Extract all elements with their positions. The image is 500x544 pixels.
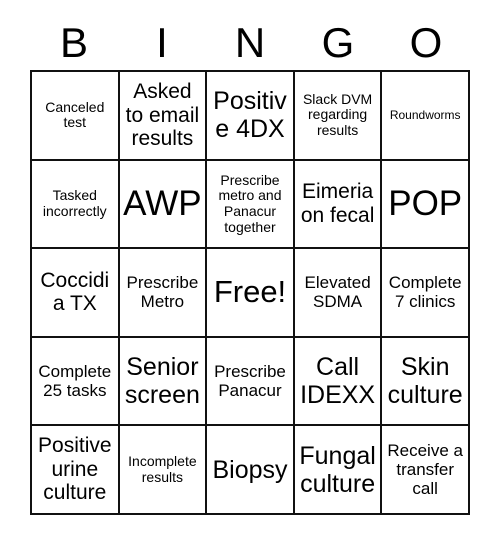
bingo-cell-label: Complete 25 tasks [38, 362, 112, 401]
bingo-cell-b1[interactable]: Canceled test [32, 72, 120, 161]
bingo-cell-b2[interactable]: Tasked incorrectly [32, 160, 120, 250]
bingo-cell-b5[interactable]: Positive urine culture [32, 426, 120, 515]
bingo-cell-free-space[interactable]: Free! [207, 249, 295, 338]
bingo-cell-label: Roundworms [389, 107, 461, 122]
bingo-cell-g1[interactable]: Slack DVM regarding results [294, 72, 383, 161]
bingo-cell-label: Incomplete results [128, 453, 197, 485]
bingo-header-row: B I N G O [30, 16, 470, 70]
bingo-cell-label: Complete 7 clinics [388, 273, 462, 312]
header-letter-b: B [59, 19, 88, 66]
bingo-cell-o1[interactable]: Roundworms [382, 72, 470, 161]
bingo-cell-label: Prescribe Metro [126, 273, 199, 312]
bingo-cell-i2[interactable]: AWP [119, 160, 208, 250]
header-letter-g: G [321, 19, 355, 66]
bingo-cell-label: Skin culture [387, 353, 463, 410]
bingo-grid: Canceled test Asked to email results Pos… [30, 70, 470, 515]
bingo-cell-i3[interactable]: Prescribe Metro [119, 249, 208, 338]
bingo-cell-label: Prescribe Panacur [214, 362, 286, 401]
bingo-cell-label: Positive 4DX [213, 87, 287, 144]
header-letter-o: O [409, 19, 443, 66]
bingo-cell-label: POP [388, 184, 463, 224]
bingo-cell-b3[interactable]: Coccidia TX [32, 249, 120, 338]
free-space-label: Free! [213, 274, 287, 310]
bingo-cell-o4[interactable]: Skin culture [382, 337, 470, 427]
bingo-cell-g5[interactable]: Fungal culture [294, 426, 383, 515]
bingo-cell-label: Canceled test [45, 98, 105, 131]
bingo-cell-b4[interactable]: Complete 25 tasks [32, 337, 120, 427]
bingo-cell-label: Receive a transfer call [387, 441, 463, 499]
bingo-cell-o2[interactable]: POP [382, 160, 470, 250]
bingo-cell-label: Call IDEXX [300, 353, 376, 410]
bingo-cell-label: Biopsy [212, 455, 288, 484]
bingo-cell-label: Elevated SDMA [304, 273, 371, 312]
bingo-cell-label: Coccidia TX [40, 268, 110, 316]
bingo-cell-label: Fungal culture [299, 441, 376, 498]
bingo-cell-n1[interactable]: Positive 4DX [207, 72, 295, 161]
bingo-cell-label: AWP [123, 184, 202, 224]
bingo-cell-label: Senior screen [124, 353, 200, 410]
header-letter-n: N [234, 19, 266, 66]
bingo-cell-label: Asked to email results [125, 80, 200, 151]
bingo-cell-n2[interactable]: Prescribe metro and Panacur together [207, 160, 295, 250]
bingo-cell-label: Slack DVM regarding results [302, 90, 373, 139]
bingo-cell-i5[interactable]: Incomplete results [119, 426, 208, 515]
bingo-card: B I N G O Canceled test Asked to email r… [0, 0, 500, 544]
bingo-cell-i1[interactable]: Asked to email results [119, 72, 208, 161]
bingo-cell-o3[interactable]: Complete 7 clinics [382, 249, 470, 338]
bingo-cell-i4[interactable]: Senior screen [119, 337, 208, 427]
bingo-cell-o5[interactable]: Receive a transfer call [382, 426, 470, 515]
header-letter-i: I [156, 19, 168, 66]
bingo-cell-label: Positive urine culture [38, 434, 112, 505]
bingo-cell-g4[interactable]: Call IDEXX [294, 337, 383, 427]
bingo-cell-n5[interactable]: Biopsy [207, 426, 295, 515]
bingo-cell-g2[interactable]: Eimeria on fecal [294, 160, 383, 250]
bingo-cell-n4[interactable]: Prescribe Panacur [207, 337, 295, 427]
bingo-cell-g3[interactable]: Elevated SDMA [294, 249, 383, 338]
bingo-cell-label: Tasked incorrectly [42, 187, 107, 219]
bingo-cell-label: Prescribe metro and Panacur together [218, 171, 282, 235]
bingo-cell-label: Eimeria on fecal [300, 180, 375, 227]
